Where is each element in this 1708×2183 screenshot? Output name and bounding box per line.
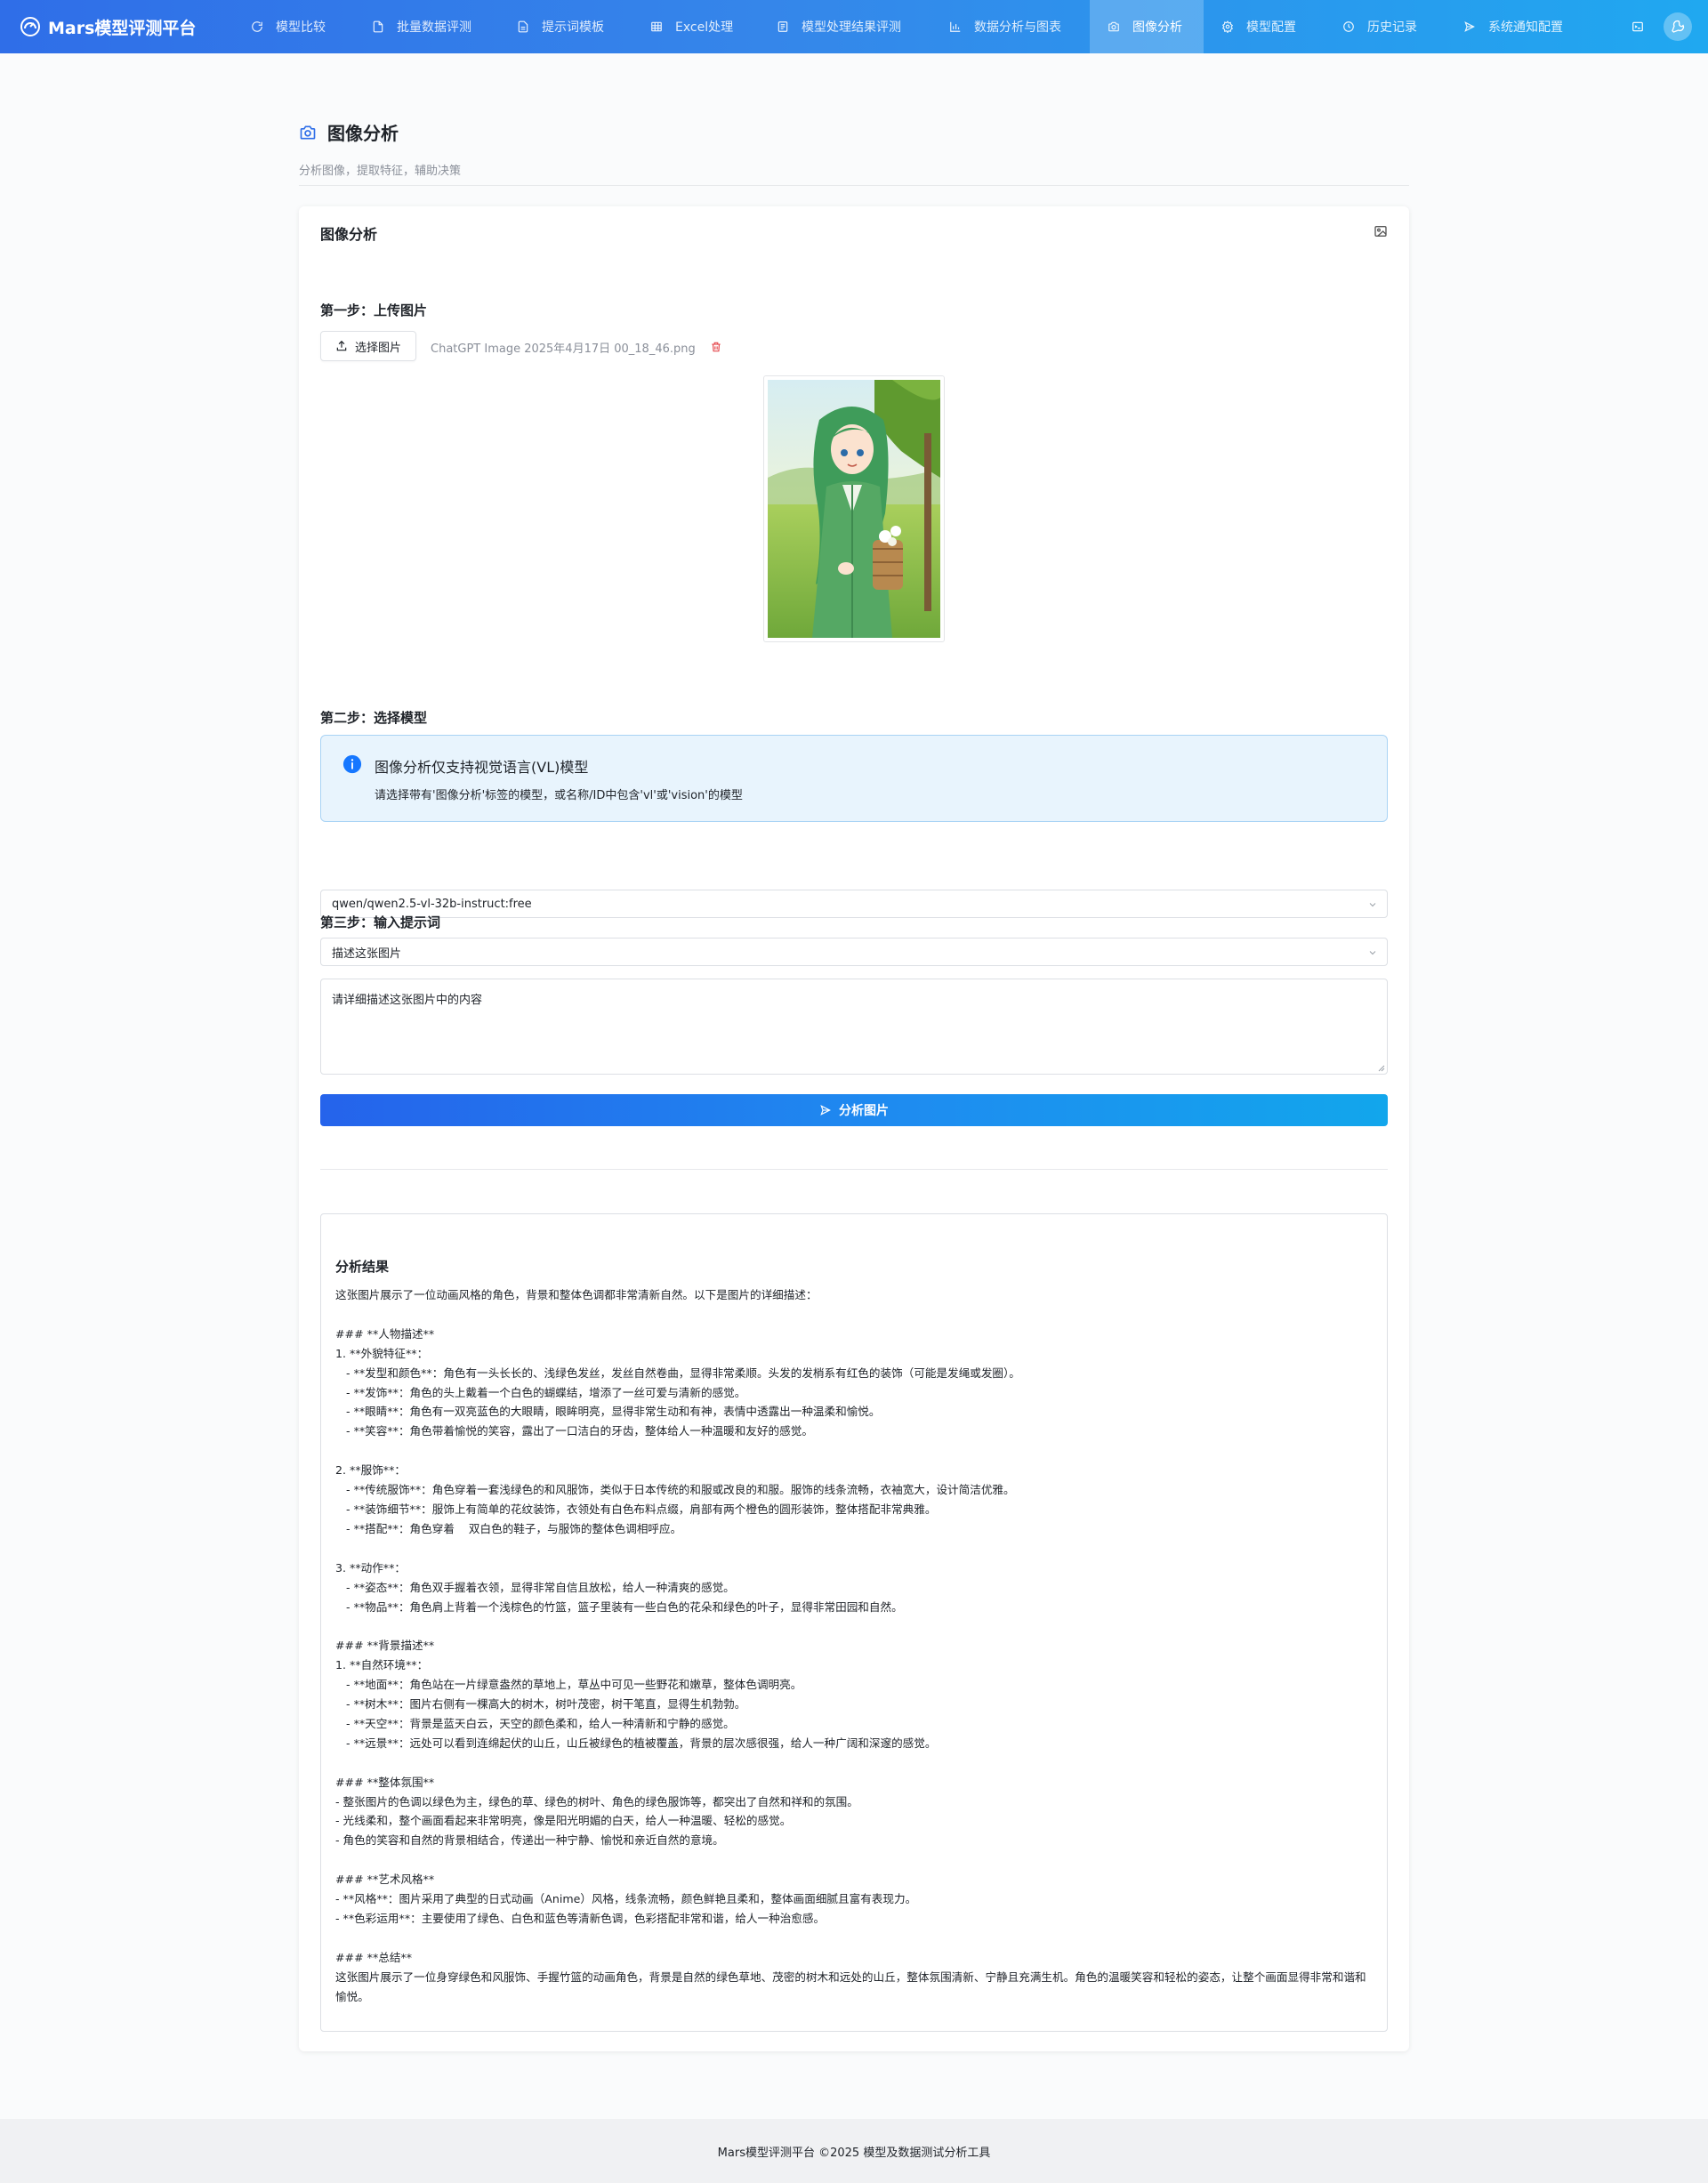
result-text: 这张图片展示了一位动画风格的角色，背景和整体色调都非常清新自然。以下是图片的详细… <box>335 1288 1366 2003</box>
main-nav: 模型比较 批量数据评测 提示词模板 Excel处理 模型处理结果评测 数据分析与… <box>233 0 1591 53</box>
page-title-text: 图像分析 <box>327 123 399 144</box>
brand[interactable]: Mars模型评测平台 <box>0 15 233 39</box>
document-icon <box>518 20 528 33</box>
terminal-icon <box>1632 21 1643 32</box>
nav-item-excel[interactable]: Excel处理 <box>632 0 759 53</box>
analyze-image-button[interactable]: 分析图片 <box>320 1094 1388 1126</box>
file-icon <box>373 20 383 33</box>
nav-label: 数据分析与图表 <box>974 20 1061 35</box>
nav-item-model-config[interactable]: 模型配置 <box>1204 0 1325 53</box>
header-divider <box>299 185 1409 186</box>
nav-label: 批量数据评测 <box>397 20 471 35</box>
prompt-textarea[interactable]: 请详细描述这张图片中的内容 <box>320 979 1388 1075</box>
page-header: 图像分析 分析图像，提取特征，辅助决策 <box>299 119 1409 178</box>
chevron-down-icon <box>1369 951 1376 955</box>
top-right-actions <box>1624 0 1708 53</box>
nav-label: 系统通知配置 <box>1488 20 1563 35</box>
card-title: 图像分析 <box>320 226 378 243</box>
result-title: 分析结果 <box>335 1259 390 1275</box>
gear-icon <box>1221 20 1234 33</box>
history-icon <box>1343 21 1354 32</box>
nav-item-data-charts[interactable]: 数据分析与图表 <box>931 0 1090 53</box>
uploaded-file-name: ChatGPT Image 2025年4月17日 00_18_46.png <box>431 342 696 356</box>
nav-item-result-eval[interactable]: 模型处理结果评测 <box>759 0 931 53</box>
model-select[interactable]: qwen/qwen2.5-vl-32b-instruct:free <box>320 890 1388 918</box>
user-avatar[interactable] <box>1664 12 1692 41</box>
delete-file-icon[interactable] <box>710 340 722 357</box>
send-icon <box>820 1105 831 1116</box>
alert-description: 请选择带有'图像分析'标签的模型，或名称/ID中包含'vl'或'vision'的… <box>375 789 743 802</box>
nav-item-model-compare[interactable]: 模型比较 <box>233 0 354 53</box>
nav-label: Excel处理 <box>675 20 734 35</box>
camera-icon <box>300 125 316 139</box>
brand-name: Mars模型评测平台 <box>48 18 197 38</box>
step2-title: 第二步：选择模型 <box>320 710 428 726</box>
terminal-button[interactable] <box>1624 13 1651 40</box>
nav-label: 模型比较 <box>276 20 326 35</box>
nav-item-history[interactable]: 历史记录 <box>1325 0 1446 53</box>
upload-icon <box>336 340 347 351</box>
info-icon <box>342 754 362 777</box>
nav-label: 模型配置 <box>1246 20 1296 35</box>
analysis-result-panel: 分析结果 这张图片展示了一位动画风格的角色，背景和整体色调都非常清新自然。以下是… <box>320 1213 1388 2032</box>
camera-icon <box>1108 21 1119 32</box>
nav-label: 历史记录 <box>1367 20 1417 35</box>
model-select-value: qwen/qwen2.5-vl-32b-instruct:free <box>332 897 532 911</box>
select-image-label: 选择图片 <box>354 341 401 355</box>
image-analysis-card: 图像分析 第一步：上传图片 选择图片 ChatGPT Image 2025年4月… <box>299 206 1409 2051</box>
picture-icon <box>1374 224 1388 242</box>
preview-image-anime-girl <box>768 380 940 638</box>
step3-title: 第三步：输入提示词 <box>320 914 441 930</box>
nav-item-prompt-templates[interactable]: 提示词模板 <box>499 0 632 53</box>
checklist-icon <box>777 21 788 32</box>
step1-title: 第一步：上传图片 <box>320 302 428 318</box>
alert-title: 图像分析仅支持视觉语言(VL)模型 <box>375 759 589 776</box>
nav-item-image-analysis[interactable]: 图像分析 <box>1090 0 1204 53</box>
top-navbar: Mars模型评测平台 模型比较 批量数据评测 提示词模板 Excel处理 模型处… <box>0 0 1708 53</box>
bar-chart-icon <box>950 21 961 32</box>
vl-model-alert: 图像分析仅支持视觉语言(VL)模型 请选择带有'图像分析'标签的模型，或名称/I… <box>320 735 1388 822</box>
image-preview <box>763 375 945 642</box>
send-icon <box>1464 21 1475 32</box>
page-subtitle: 分析图像，提取特征，辅助决策 <box>299 165 462 178</box>
page-content: 图像分析 分析图像，提取特征，辅助决策 图像分析 第一步：上传图片 选择图片 C… <box>0 53 1708 2119</box>
prompt-template-select[interactable]: 描述这张图片 <box>320 938 1388 966</box>
nav-item-notifications[interactable]: 系统通知配置 <box>1446 0 1591 53</box>
nav-item-batch-eval[interactable]: 批量数据评测 <box>354 0 499 53</box>
refresh-icon <box>252 21 262 32</box>
footer-text: Mars模型评测平台 ©2025 模型及数据测试分析工具 <box>717 2146 991 2160</box>
footer: Mars模型评测平台 ©2025 模型及数据测试分析工具 <box>0 2119 1708 2183</box>
chevron-down-icon <box>1369 903 1376 907</box>
wrench-icon <box>1672 20 1685 33</box>
resize-handle-icon[interactable] <box>1376 1063 1385 1072</box>
select-image-button[interactable]: 选择图片 <box>320 331 416 361</box>
nav-label: 图像分析 <box>1132 20 1182 35</box>
dashboard-gauge-icon <box>20 17 40 36</box>
table-icon <box>651 21 662 32</box>
prompt-template-value: 描述这张图片 <box>332 947 402 961</box>
page-title: 图像分析 <box>299 119 1409 145</box>
card-divider <box>320 1169 1388 1170</box>
prompt-text: 请详细描述这张图片中的内容 <box>332 994 483 1007</box>
nav-label: 模型处理结果评测 <box>802 20 901 35</box>
nav-label: 提示词模板 <box>542 20 604 35</box>
analyze-button-label: 分析图片 <box>839 1104 889 1118</box>
